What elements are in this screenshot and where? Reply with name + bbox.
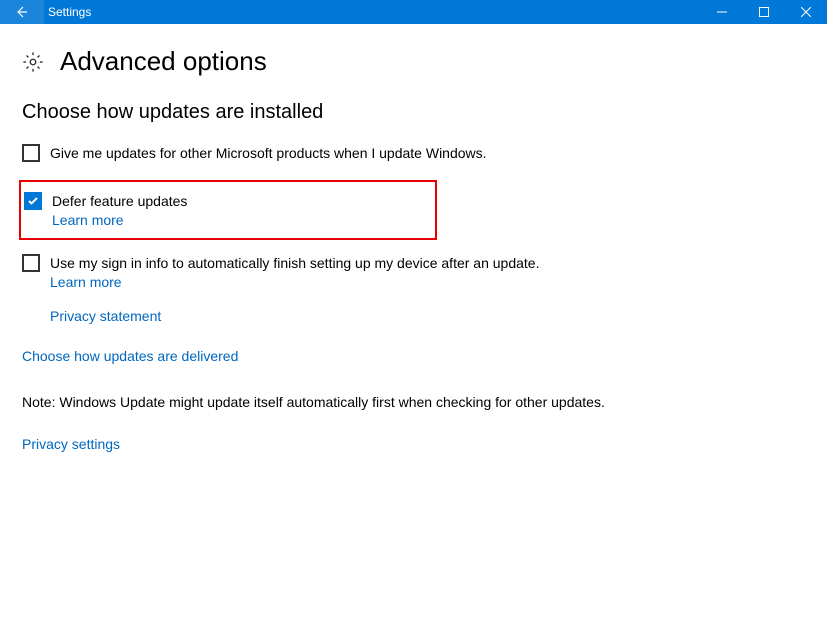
option-defer: Defer feature updates Learn more — [21, 192, 429, 228]
page-title: Advanced options — [60, 46, 267, 77]
minimize-button[interactable] — [701, 0, 743, 24]
window-controls — [701, 0, 827, 24]
gear-icon — [22, 51, 44, 73]
option-defer-label: Defer feature updates — [52, 192, 187, 210]
link-defer-learn-more[interactable]: Learn more — [52, 212, 187, 228]
checkbox-signin[interactable] — [22, 254, 40, 272]
link-updates-delivered[interactable]: Choose how updates are delivered — [22, 348, 238, 364]
link-privacy-settings[interactable]: Privacy settings — [22, 436, 120, 452]
option-signin-label: Use my sign in info to automatically fin… — [50, 254, 539, 272]
option-other-products: Give me updates for other Microsoft prod… — [22, 144, 805, 162]
back-arrow-icon — [14, 4, 30, 20]
page-header: Advanced options — [22, 46, 805, 77]
titlebar: Settings — [0, 0, 827, 24]
checkbox-defer[interactable] — [24, 192, 42, 210]
close-button[interactable] — [785, 0, 827, 24]
content-area: Advanced options Choose how updates are … — [0, 24, 827, 476]
close-icon — [801, 7, 811, 17]
link-privacy-statement[interactable]: Privacy statement — [50, 308, 161, 324]
maximize-button[interactable] — [743, 0, 785, 24]
section-title: Choose how updates are installed — [22, 101, 805, 124]
option-signin: Use my sign in info to automatically fin… — [22, 254, 805, 290]
window-title: Settings — [48, 5, 701, 19]
back-button[interactable] — [0, 0, 44, 24]
note-text: Note: Windows Update might update itself… — [22, 394, 805, 410]
option-other-products-label: Give me updates for other Microsoft prod… — [50, 144, 487, 162]
checkbox-other-products[interactable] — [22, 144, 40, 162]
link-signin-learn-more[interactable]: Learn more — [50, 274, 539, 290]
minimize-icon — [717, 7, 727, 17]
maximize-icon — [759, 7, 769, 17]
option-defer-highlight: Defer feature updates Learn more — [19, 180, 437, 240]
